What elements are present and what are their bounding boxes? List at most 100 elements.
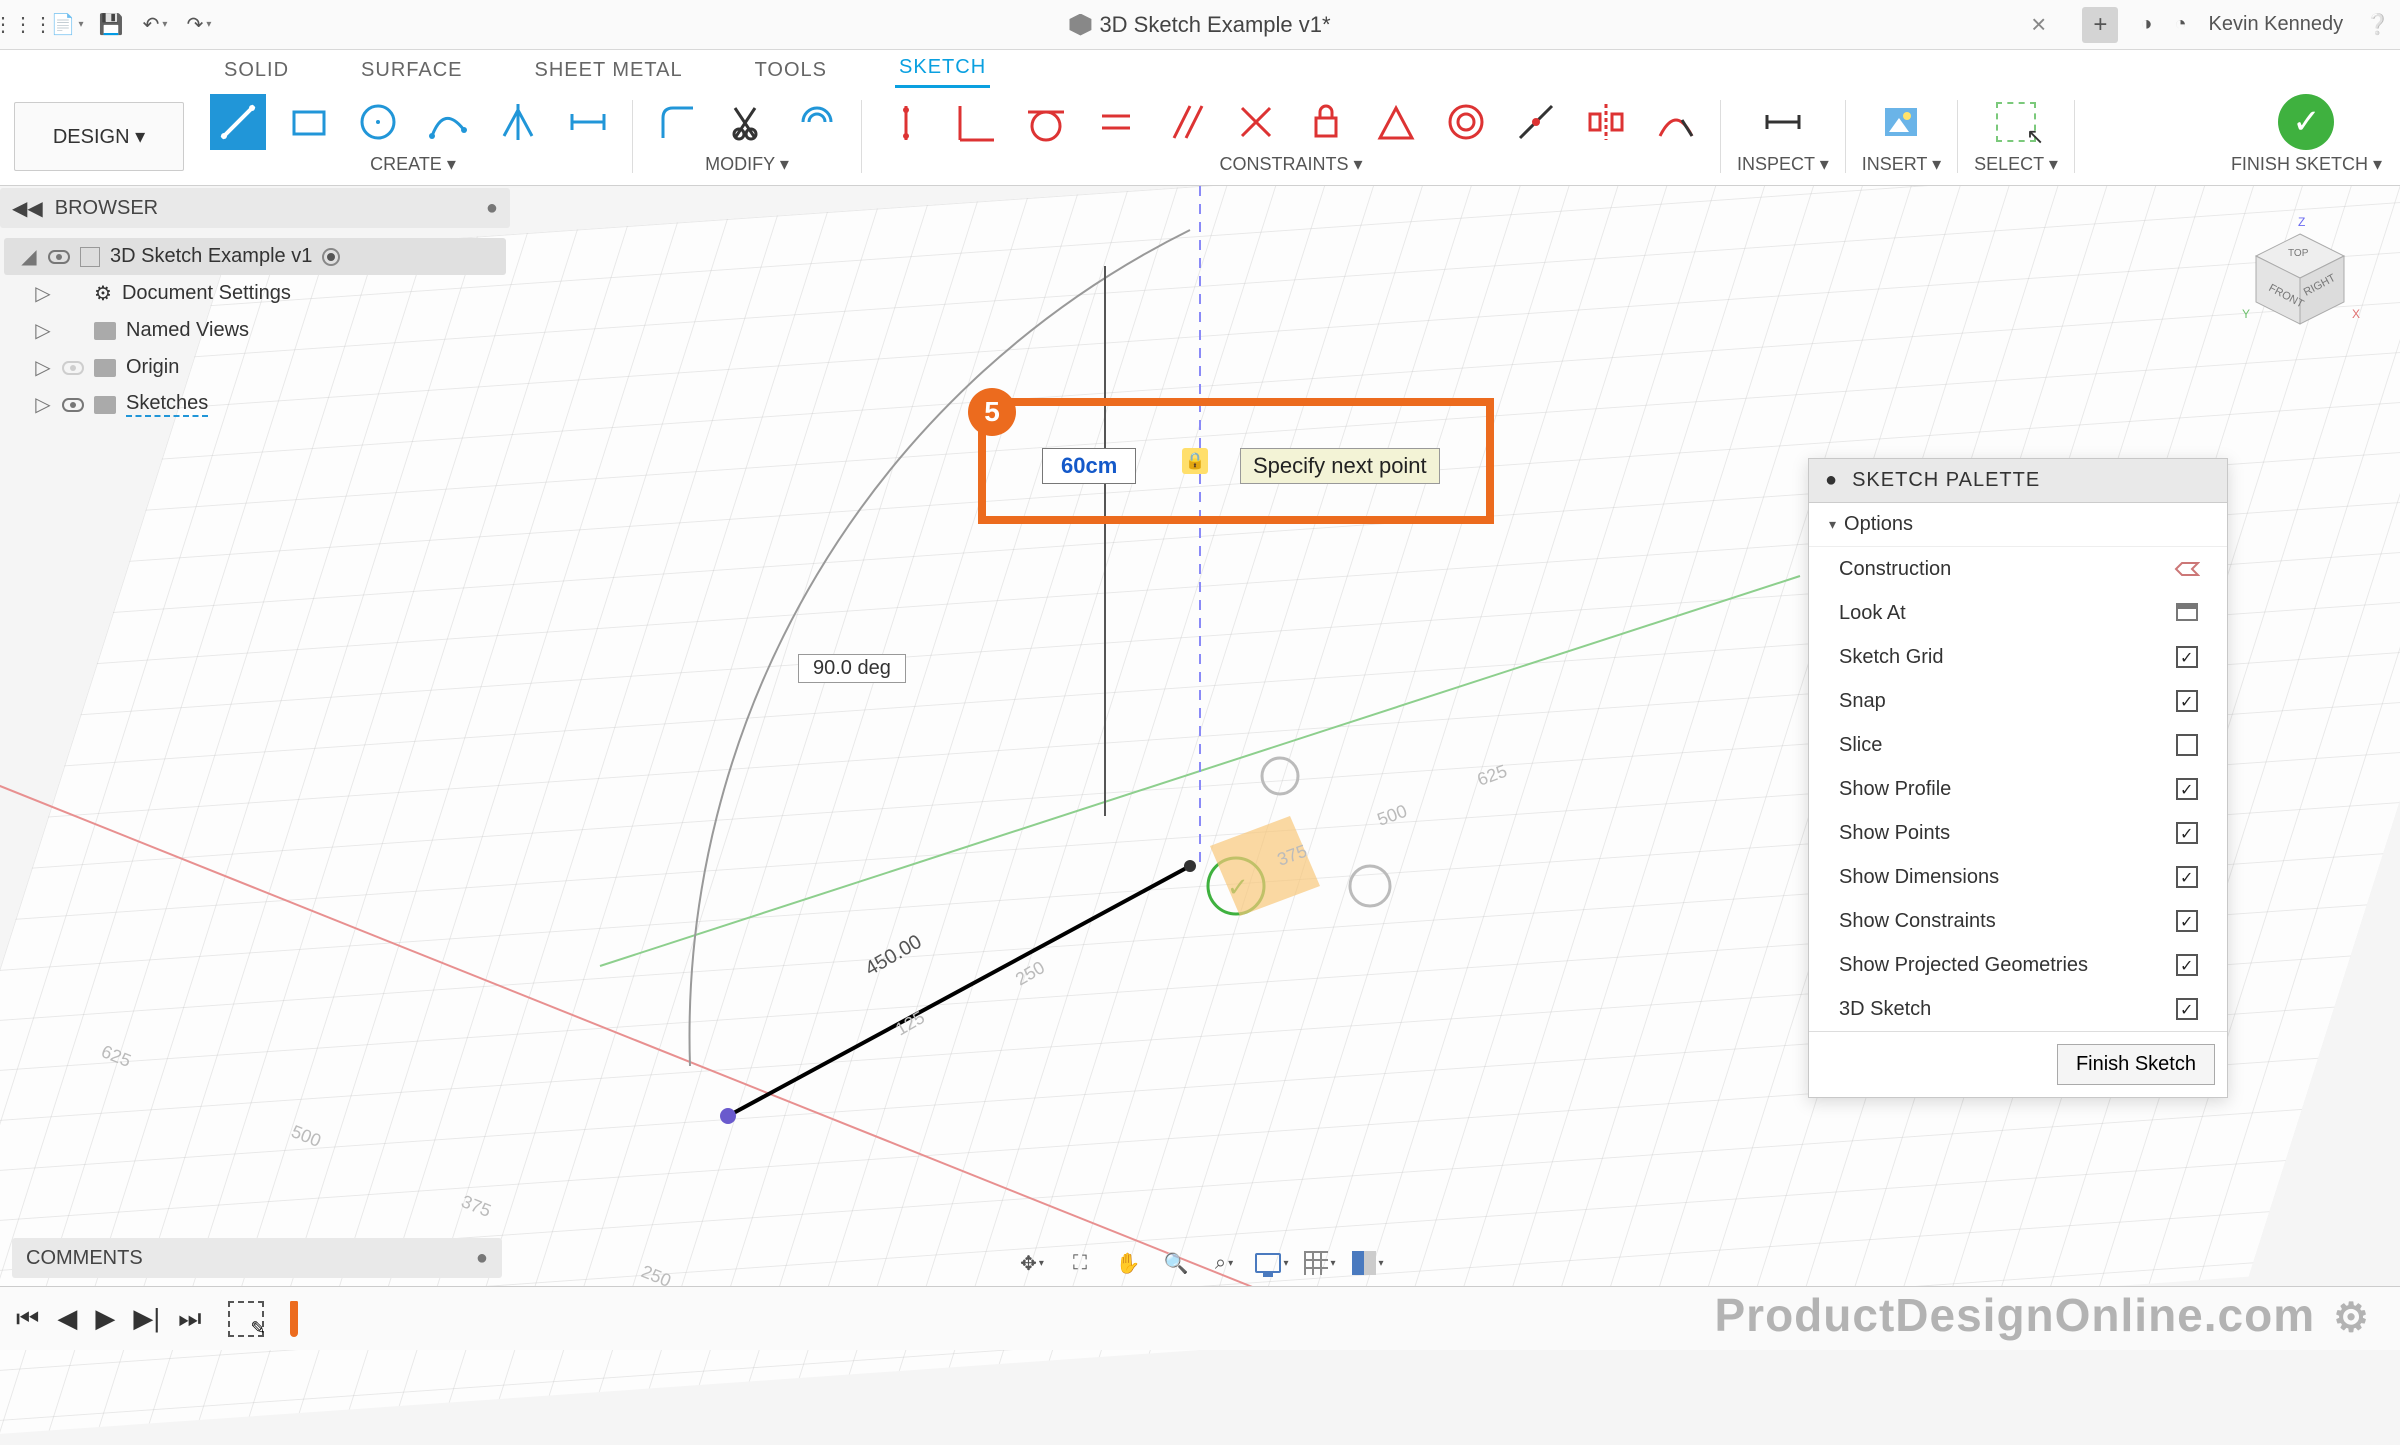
tree-item-origin[interactable]: ▷ Origin — [4, 349, 506, 386]
insert-image-tool[interactable] — [1869, 94, 1933, 150]
tree-item-namedviews[interactable]: ▷ Named Views — [4, 312, 506, 349]
orbit-tool[interactable]: ✥ — [1015, 1248, 1049, 1278]
option-showprofile[interactable]: Show Profile — [1809, 767, 2227, 811]
tab-sheetmetal[interactable]: SHEET METAL — [531, 53, 687, 88]
checkbox[interactable] — [2176, 734, 2198, 756]
comments-panel[interactable]: COMMENTS ● — [12, 1238, 502, 1278]
view-cube[interactable]: FRONT RIGHT TOP Z X Y — [2240, 216, 2360, 336]
option-showdimensions[interactable]: Show Dimensions — [1809, 855, 2227, 899]
browser-root[interactable]: ◢ 3D Sketch Example v1 — [4, 238, 506, 275]
inspect-label[interactable]: INSPECT ▾ — [1737, 154, 1829, 175]
lock-icon[interactable]: 🔒 — [1182, 448, 1208, 474]
viewport-settings[interactable] — [1351, 1248, 1385, 1278]
browser-pin-icon[interactable]: ● — [486, 197, 498, 220]
curvature-constraint[interactable] — [1648, 94, 1704, 150]
checkbox[interactable] — [2176, 778, 2198, 800]
timeline-marker[interactable] — [290, 1301, 298, 1337]
option-3dsketch[interactable]: 3D Sketch — [1809, 987, 2227, 1031]
option-construction[interactable]: Construction — [1809, 547, 2227, 591]
vertical-constraint[interactable] — [948, 94, 1004, 150]
create-label[interactable]: CREATE ▾ — [370, 154, 456, 175]
palette-header[interactable]: ● SKETCH PALETTE — [1809, 459, 2227, 503]
display-settings[interactable] — [1255, 1248, 1289, 1278]
dimension-tool[interactable] — [560, 94, 616, 150]
select-tool[interactable] — [1984, 94, 2048, 150]
redo-icon[interactable]: ↷ — [186, 12, 212, 38]
finish-sketch-label[interactable]: FINISH SKETCH ▾ — [2231, 154, 2382, 175]
grid-settings[interactable] — [1303, 1248, 1337, 1278]
mirror-tool[interactable] — [490, 94, 546, 150]
finish-sketch-button[interactable]: Finish Sketch — [2057, 1044, 2215, 1085]
browser-collapse-icon[interactable]: ◀◀ — [12, 196, 43, 221]
tangent-constraint[interactable] — [1018, 94, 1074, 150]
checkbox[interactable] — [2176, 866, 2198, 888]
user-name[interactable]: Kevin Kennedy — [2209, 13, 2344, 36]
checkbox[interactable] — [2176, 690, 2198, 712]
help-icon[interactable]: ❔ — [2365, 12, 2390, 37]
tab-solid[interactable]: SOLID — [220, 53, 293, 88]
timeline-back[interactable]: ◀ — [57, 1303, 77, 1334]
visibility-icon[interactable] — [62, 398, 84, 412]
comments-pin-icon[interactable]: ● — [476, 1247, 488, 1270]
undo-icon[interactable]: ↶ — [142, 12, 168, 38]
trim-tool[interactable] — [719, 94, 775, 150]
circle-tool[interactable] — [350, 94, 406, 150]
checkbox[interactable] — [2176, 822, 2198, 844]
expand-icon[interactable]: ▷ — [34, 281, 52, 306]
save-icon[interactable]: 💾 — [98, 12, 124, 38]
new-file-icon[interactable]: 📄 — [54, 12, 80, 38]
activate-radio[interactable] — [322, 248, 340, 266]
timeline-end[interactable]: ⏭ — [178, 1303, 201, 1335]
tree-item-docsettings[interactable]: ▷ ⚙ Document Settings — [4, 275, 506, 312]
measure-tool[interactable] — [1751, 94, 1815, 150]
timeline-play[interactable]: ▶ — [95, 1303, 115, 1334]
dimension-input[interactable]: 60cm — [1042, 448, 1136, 484]
extensions-icon[interactable]: ◑ — [2140, 13, 2152, 36]
root-name[interactable]: 3D Sketch Example v1 — [110, 245, 312, 268]
jobs-icon[interactable]: ◔ — [2174, 13, 2186, 36]
tab-tools[interactable]: TOOLS — [751, 53, 831, 88]
concentric-constraint[interactable] — [1438, 94, 1494, 150]
modify-label[interactable]: MODIFY ▾ — [705, 154, 789, 175]
option-showpoints[interactable]: Show Points — [1809, 811, 2227, 855]
option-lookat[interactable]: Look At — [1809, 591, 2227, 635]
spline-tool[interactable] — [420, 94, 476, 150]
zoom-tool[interactable]: 🔍 — [1159, 1248, 1193, 1278]
angle-dimension[interactable]: 90.0 deg — [798, 654, 906, 683]
design-workspace-button[interactable]: DESIGN ▾ — [14, 102, 184, 171]
constraints-label[interactable]: CONSTRAINTS ▾ — [1219, 154, 1362, 175]
expand-icon[interactable]: ◢ — [20, 244, 38, 269]
timeline-sketch-feature[interactable] — [228, 1301, 264, 1337]
checkbox[interactable] — [2176, 954, 2198, 976]
horizontal-constraint[interactable] — [878, 94, 934, 150]
timeline-start[interactable]: ⏮ — [16, 1303, 39, 1335]
fix-constraint[interactable] — [1298, 94, 1354, 150]
visibility-icon[interactable] — [48, 250, 70, 264]
checkbox[interactable] — [2176, 998, 2198, 1020]
construction-icon[interactable] — [2173, 557, 2201, 581]
perpendicular-constraint[interactable] — [1228, 94, 1284, 150]
equal-constraint[interactable] — [1088, 94, 1144, 150]
tree-item-sketches[interactable]: ▷ Sketches — [4, 386, 506, 423]
expand-icon[interactable]: ▷ — [34, 318, 52, 343]
checkbox[interactable] — [2176, 646, 2198, 668]
close-tab-button[interactable]: × — [2017, 9, 2060, 40]
lookat-tool[interactable]: ⛶ — [1063, 1248, 1097, 1278]
option-showconstraints[interactable]: Show Constraints — [1809, 899, 2227, 943]
insert-label[interactable]: INSERT ▾ — [1862, 154, 1941, 175]
rectangle-tool[interactable] — [280, 94, 336, 150]
option-snap[interactable]: Snap — [1809, 679, 2227, 723]
pan-tool[interactable]: ✋ — [1111, 1248, 1145, 1278]
coincident-constraint[interactable] — [1508, 94, 1564, 150]
parallel-constraint[interactable] — [1158, 94, 1214, 150]
lookat-icon[interactable] — [2173, 601, 2201, 625]
apps-grid-icon[interactable]: ⋮⋮⋮ — [10, 12, 36, 38]
palette-section-options[interactable]: Options — [1809, 503, 2227, 547]
tab-sketch[interactable]: SKETCH — [895, 50, 990, 88]
collapse-icon[interactable]: ● — [1825, 469, 1838, 492]
midpoint-constraint[interactable] — [1368, 94, 1424, 150]
symmetry-constraint[interactable] — [1578, 94, 1634, 150]
visibility-icon[interactable] — [62, 361, 84, 375]
browser-header[interactable]: ◀◀ BROWSER ● — [0, 188, 510, 228]
checkbox[interactable] — [2176, 910, 2198, 932]
